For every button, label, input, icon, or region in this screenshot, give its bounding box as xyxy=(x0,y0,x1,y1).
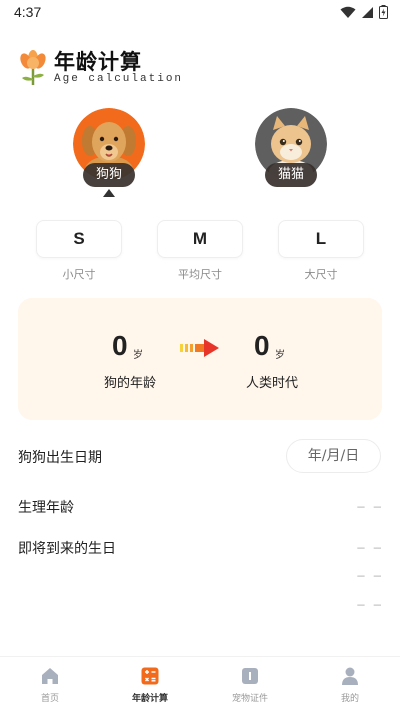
human-age-caption: 人类时代 xyxy=(246,376,299,391)
arrow-right-icon xyxy=(180,339,219,357)
next-birthday-value: — — xyxy=(357,541,382,555)
pet-option-cat[interactable]: 猫猫 xyxy=(255,108,327,198)
size-large-button[interactable]: L xyxy=(278,220,364,258)
pet-age-caption: 狗的年龄 xyxy=(104,376,157,391)
pet-age-unit: 岁 xyxy=(133,350,143,361)
extra-value-1: — — xyxy=(357,569,382,583)
wifi-icon xyxy=(340,6,356,18)
nav-home-label: 首页 xyxy=(40,694,59,704)
flower-icon xyxy=(20,50,46,85)
extra-value-2: — — xyxy=(357,598,382,612)
size-medium-button[interactable]: M xyxy=(157,220,243,258)
page-subtitle: Age calculation xyxy=(54,73,184,85)
pet-label-cat: 猫猫 xyxy=(265,163,317,187)
next-birthday-label: 即将到来的生日 xyxy=(18,541,116,557)
nav-age-calc[interactable]: 年龄计算 xyxy=(100,657,200,712)
size-small-caption: 小尺寸 xyxy=(62,268,96,281)
size-small-button[interactable]: S xyxy=(36,220,122,258)
nav-profile-label: 我的 xyxy=(340,694,359,704)
status-bar: 4:37 xyxy=(0,0,400,26)
age-result-card: 0 岁 狗的年龄 0 岁 人类时代 xyxy=(18,298,382,420)
app-header: 年龄计算 Age calculation xyxy=(16,46,316,88)
physiological-age-label: 生理年龄 xyxy=(18,500,74,516)
human-age-value: 0 xyxy=(254,330,270,361)
calculator-icon xyxy=(141,667,159,685)
nav-age-calc-label: 年龄计算 xyxy=(131,694,168,704)
nav-home[interactable]: 首页 xyxy=(0,657,100,712)
home-icon xyxy=(42,668,58,684)
status-icons xyxy=(340,5,388,19)
bottom-nav: 首页 年龄计算 宠物证件 我的 xyxy=(0,656,400,712)
status-time: 4:37 xyxy=(14,4,42,20)
nav-profile[interactable]: 我的 xyxy=(300,657,400,712)
page-title: 年龄计算 xyxy=(54,50,142,74)
physiological-age-value: — — xyxy=(357,500,382,514)
selected-pointer-icon xyxy=(103,189,115,197)
id-card-icon xyxy=(242,668,258,684)
nav-pet-certificate-label: 宠物证件 xyxy=(231,694,268,704)
size-large-caption: 大尺寸 xyxy=(304,268,338,281)
human-age-unit: 岁 xyxy=(275,350,285,361)
profile-icon xyxy=(342,667,358,685)
birth-date-picker[interactable]: 年/月/日 xyxy=(286,439,381,473)
pet-label-dog: 狗狗 xyxy=(83,163,135,187)
nav-pet-certificate[interactable]: 宠物证件 xyxy=(200,657,300,712)
size-medium-caption: 平均尺寸 xyxy=(178,268,222,281)
birth-date-label: 狗狗出生日期 xyxy=(18,450,102,466)
signal-icon xyxy=(362,6,373,18)
battery-icon xyxy=(379,5,388,19)
pet-age-value: 0 xyxy=(112,330,128,361)
pet-option-dog[interactable]: 狗狗 xyxy=(73,108,145,198)
